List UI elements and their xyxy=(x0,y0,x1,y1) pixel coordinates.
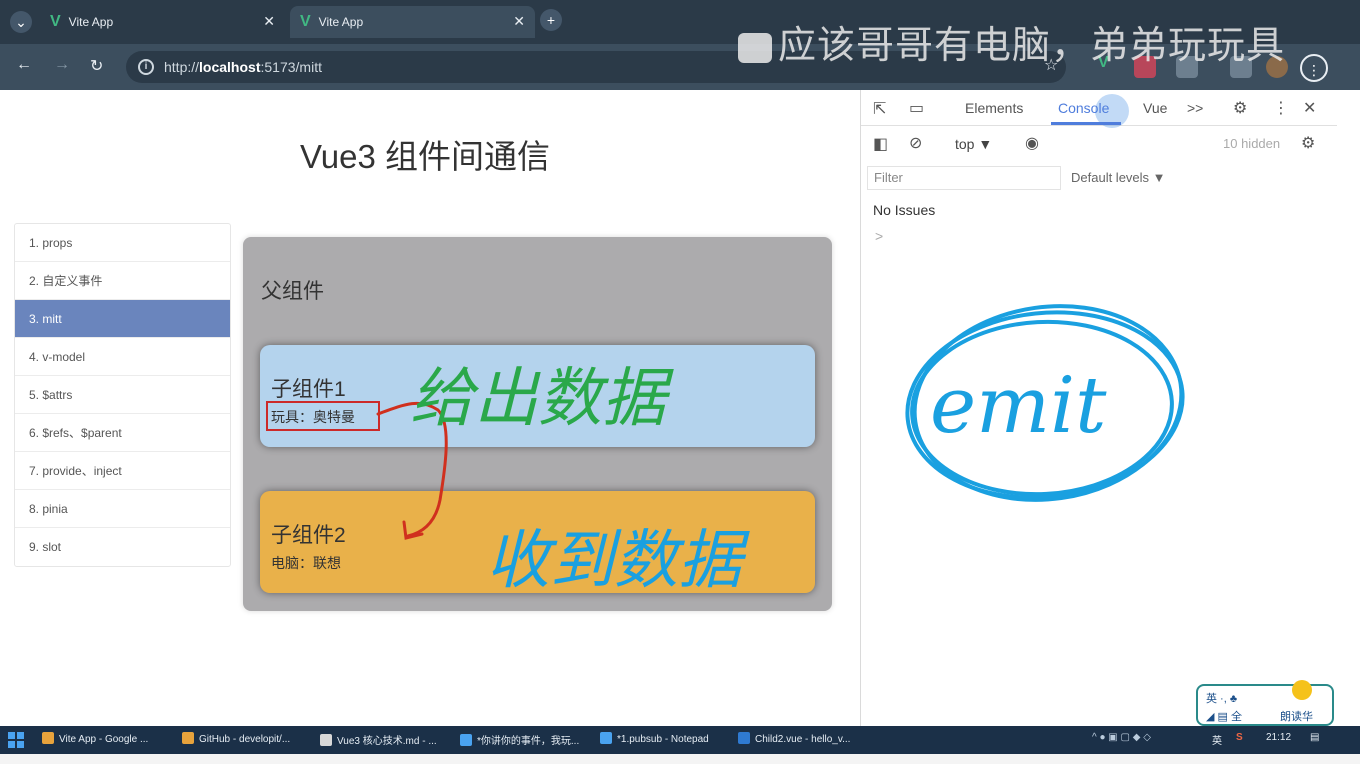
tab-search-button[interactable]: ⌄ xyxy=(10,11,32,33)
taskbar-label: GitHub - developit/... xyxy=(199,734,291,745)
hidden-count: 10 hidden xyxy=(1223,136,1281,151)
nav-item-props[interactable]: 1. props xyxy=(15,224,230,262)
child2-title: 子组件2 xyxy=(271,524,346,547)
parent-title: 父组件 xyxy=(261,280,324,303)
taskbar-item-chrome[interactable]: Vite App - Google ... xyxy=(42,732,148,745)
clear-console-icon[interactable]: ⊘ xyxy=(909,133,922,153)
close-icon[interactable]: ✕ xyxy=(263,13,275,30)
chrome-icon xyxy=(182,732,194,744)
device-toolbar-icon[interactable]: ▭ xyxy=(909,98,924,118)
vite-icon: V xyxy=(50,13,61,30)
site-info-icon[interactable]: i xyxy=(138,59,154,75)
sidebar-toggle-icon[interactable]: ◧ xyxy=(873,134,888,154)
taskbar-item-vscode[interactable]: Child2.vue - hello_v... xyxy=(738,732,850,745)
taskbar-item-notepad-1[interactable]: *你讲你的事件，我玩... xyxy=(460,732,579,747)
back-icon[interactable]: ← xyxy=(16,56,32,74)
thumbs-up-icon xyxy=(738,32,772,63)
tab-vue[interactable]: Vue xyxy=(1143,100,1167,116)
child1-title: 子组件1 xyxy=(271,378,346,401)
page-title: Vue3 组件间通信 xyxy=(300,138,551,175)
browser-tab-1[interactable]: V Vite App ✕ xyxy=(40,6,285,38)
ime-logo-icon xyxy=(1292,680,1312,700)
devtools-panel: ⇱ ▭ Elements Console Vue >> ⚙ ⋮ ✕ ◧ ⊘ to… xyxy=(860,90,1337,726)
browser-tab-2[interactable]: V Vite App ✕ xyxy=(290,6,535,38)
ime-status-widget[interactable]: 英 ·, ♣ ◢ ▤ 全 朗读华 xyxy=(1196,680,1334,726)
filter-input[interactable]: Filter xyxy=(867,166,1061,190)
taskbar-label: Vue3 核心技术.md - ... xyxy=(337,736,437,747)
nav-item-slot[interactable]: 9. slot xyxy=(15,528,230,566)
tab-console[interactable]: Console xyxy=(1058,100,1109,116)
console-prompt[interactable]: > xyxy=(875,228,883,244)
tab-elements[interactable]: Elements xyxy=(965,100,1023,116)
log-levels-select[interactable]: Default levels ▼ xyxy=(1071,170,1166,185)
nav-item-custom-event[interactable]: 2. 自定义事件 xyxy=(15,262,230,300)
taskbar-item-github[interactable]: GitHub - developit/... xyxy=(182,732,290,745)
taskbar-item-typora[interactable]: Vue3 核心技术.md - ... xyxy=(320,732,437,747)
child1-toy: 玩具：奥特曼 xyxy=(271,409,355,425)
console-toolbar: ◧ ⊘ top ▼ ◉ 10 hidden ⚙ xyxy=(861,128,1337,160)
gear-icon[interactable]: ⚙ xyxy=(1233,98,1247,118)
parent-component: 父组件 子组件1 玩具：奥特曼 子组件2 电脑：联想 xyxy=(243,237,832,611)
os-taskbar: Vite App - Google ... GitHub - developit… xyxy=(0,726,1360,754)
more-tabs-button[interactable]: >> xyxy=(1187,100,1203,116)
tray-app-icon[interactable]: S xyxy=(1236,732,1243,743)
url-path: :5173/mitt xyxy=(260,59,322,75)
context-select[interactable]: top ▼ xyxy=(955,136,992,152)
tray-overflow-icon[interactable]: ^ ● ▣ ▢ ◆ ◇ xyxy=(1092,732,1151,743)
notepad-icon xyxy=(600,732,612,744)
nav-item-v-model[interactable]: 4. v-model xyxy=(15,338,230,376)
page-viewport: Vue3 组件间通信 1. props 2. 自定义事件 3. mitt 4. … xyxy=(0,90,860,726)
sidebar-nav: 1. props 2. 自定义事件 3. mitt 4. v-model 5. … xyxy=(14,223,231,567)
chrome-icon xyxy=(42,732,54,744)
watermark-text: 应该哥哥有电脑，弟弟玩玩具 xyxy=(778,25,1286,67)
vite-icon: V xyxy=(300,13,311,30)
new-tab-button[interactable]: + xyxy=(540,9,562,31)
nav-item-refs-parent[interactable]: 6. $refs、$parent xyxy=(15,414,230,452)
devtools-tab-bar: ⇱ ▭ Elements Console Vue >> ⚙ ⋮ ✕ xyxy=(861,90,1337,128)
url-prefix: http:// xyxy=(164,59,200,75)
taskbar-label: Child2.vue - hello_v... xyxy=(755,734,851,745)
nav-item-mitt[interactable]: 3. mitt xyxy=(15,300,230,338)
child-component-1: 子组件1 玩具：奥特曼 xyxy=(260,345,815,447)
reload-icon[interactable]: ↻ xyxy=(90,56,103,76)
nav-item-provide-inject[interactable]: 7. provide、inject xyxy=(15,452,230,490)
tab-title: Vite App xyxy=(318,15,364,29)
url-host: localhost xyxy=(199,59,261,75)
active-tab-indicator xyxy=(1051,122,1121,125)
video-watermark: 应该哥哥有电脑，弟弟玩玩具 xyxy=(738,14,1285,69)
close-icon[interactable]: ✕ xyxy=(1303,98,1316,118)
inspect-element-icon[interactable]: ⇱ xyxy=(873,99,886,119)
start-menu-icon[interactable] xyxy=(8,732,24,748)
nav-item-pinia[interactable]: 8. pinia xyxy=(15,490,230,528)
taskbar-label: *你讲你的事件，我玩... xyxy=(477,736,580,747)
taskbar-label: Vite App - Google ... xyxy=(59,734,149,745)
issues-status: No Issues xyxy=(873,202,936,218)
forward-icon[interactable]: → xyxy=(54,56,70,74)
nav-item-attrs[interactable]: 5. $attrs xyxy=(15,376,230,414)
notepad-icon xyxy=(460,734,472,746)
console-filter-row: Filter Default levels ▼ xyxy=(861,164,1337,194)
close-icon[interactable]: ✕ xyxy=(513,13,525,30)
more-menu-icon[interactable]: ⋮ xyxy=(1300,54,1328,82)
ime-row-1: 英 ·, ♣ xyxy=(1206,693,1238,705)
tray-language[interactable]: 英 xyxy=(1212,732,1222,747)
eye-icon[interactable]: ◉ xyxy=(1025,133,1039,153)
ime-row-2: ◢ ▤ 全 xyxy=(1206,711,1242,723)
markdown-editor-icon xyxy=(320,734,332,746)
taskbar-label: *1.pubsub - Notepad xyxy=(617,734,709,745)
notification-icon[interactable]: ▤ xyxy=(1310,732,1319,743)
ime-brand: 朗读华 xyxy=(1280,711,1313,723)
tab-title: Vite App xyxy=(68,15,114,29)
kebab-menu-icon[interactable]: ⋮ xyxy=(1273,98,1289,118)
bottom-strip xyxy=(0,754,1360,764)
console-settings-icon[interactable]: ⚙ xyxy=(1301,133,1315,153)
tray-clock[interactable]: 21:12 xyxy=(1266,732,1291,743)
taskbar-item-notepad-2[interactable]: *1.pubsub - Notepad xyxy=(600,732,709,745)
vscode-icon xyxy=(738,732,750,744)
child2-computer: 电脑：联想 xyxy=(271,555,341,571)
child-component-2: 子组件2 电脑：联想 xyxy=(260,491,815,593)
